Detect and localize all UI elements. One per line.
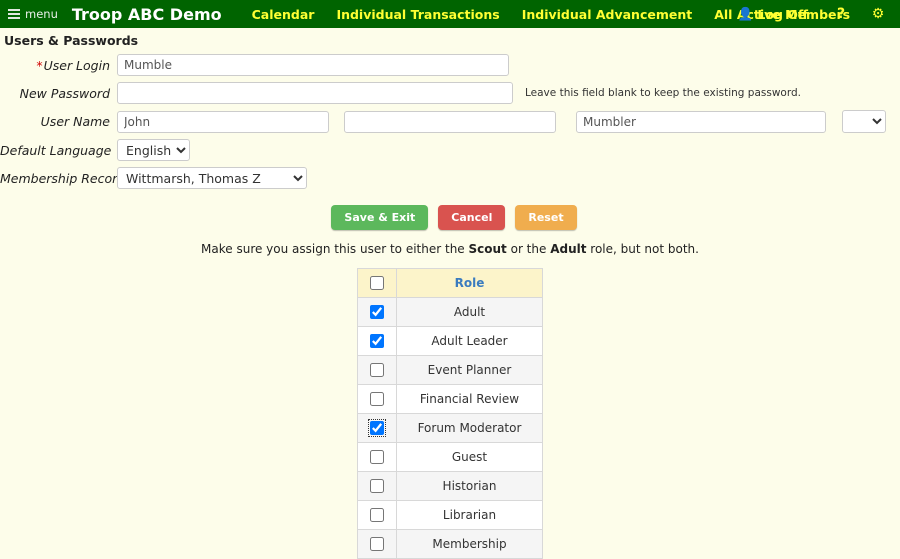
membership-record-select[interactable]: Wittmarsh, Thomas Z xyxy=(117,167,307,189)
nav-link-individual-transactions[interactable]: Individual Transactions xyxy=(336,7,521,22)
form-row-default-language: Default Language English xyxy=(0,139,900,161)
roles-select-all-cell xyxy=(357,268,397,298)
role-name-cell: Guest xyxy=(396,442,543,472)
role-name-cell: Financial Review xyxy=(396,384,543,414)
role-checkbox[interactable] xyxy=(368,419,386,438)
role-name-cell: Librarian xyxy=(396,500,543,530)
top-bar-right-actions: 👤 Log Off ? ⚙ xyxy=(738,0,900,28)
new-password-label: New Password xyxy=(19,85,110,101)
new-password-hint: Leave this field blank to keep the exist… xyxy=(525,87,801,99)
user-login-label-text: User Login xyxy=(43,57,110,73)
roles-select-all-checkbox[interactable] xyxy=(370,276,384,291)
note-part-2: or the xyxy=(506,242,551,256)
log-off-label: Log Off xyxy=(757,6,808,22)
table-row: Membership xyxy=(357,529,543,559)
role-assignment-note: Make sure you assign this user to either… xyxy=(0,242,900,256)
gear-icon[interactable]: ⚙ xyxy=(870,6,886,22)
required-asterisk: * xyxy=(36,57,43,73)
role-checkbox-cell xyxy=(357,471,397,501)
role-checkbox[interactable] xyxy=(370,334,384,349)
role-checkbox-cell xyxy=(357,413,397,443)
user-icon: 👤 xyxy=(737,6,754,21)
hamburger-icon xyxy=(8,9,20,19)
table-row: Guest xyxy=(357,442,543,472)
reset-button[interactable]: Reset xyxy=(515,205,577,230)
role-name-cell: Historian xyxy=(396,471,543,501)
role-checkbox-cell xyxy=(357,442,397,472)
save-and-exit-button[interactable]: Save & Exit xyxy=(331,205,429,230)
role-checkbox[interactable] xyxy=(370,537,384,552)
table-row: Financial Review xyxy=(357,384,543,414)
table-row: Historian xyxy=(357,471,543,501)
user-name-label: User Name xyxy=(40,114,110,129)
role-name-cell: Event Planner xyxy=(396,355,543,385)
log-off-button[interactable]: 👤 Log Off xyxy=(738,6,808,22)
table-row: Adult Leader xyxy=(357,326,543,356)
form-row-membership-record: Membership Record Wittmarsh, Thomas Z xyxy=(0,167,900,189)
user-login-label: *User Login xyxy=(0,58,117,73)
new-password-input[interactable] xyxy=(117,82,513,104)
note-part-1: Make sure you assign this user to either… xyxy=(201,242,469,256)
note-part-3: role, but not both. xyxy=(586,242,699,256)
roles-table-body: Adult Adult Leader Event Planner Financial … xyxy=(357,297,543,559)
role-checkbox-cell xyxy=(357,297,397,327)
membership-record-label: Membership Record xyxy=(0,170,126,186)
page-title: Users & Passwords xyxy=(4,33,139,48)
note-bold-adult: Adult xyxy=(550,242,587,256)
help-icon[interactable]: ? xyxy=(834,6,848,22)
table-row: Librarian xyxy=(357,500,543,530)
role-name-cell: Adult xyxy=(396,297,543,327)
menu-button-label: menu xyxy=(25,7,58,21)
role-checkbox[interactable] xyxy=(370,479,384,494)
users-passwords-form: *User Login New Password Leave this fiel… xyxy=(0,52,900,559)
roles-table: Role Adult Adult Leader Event Planner Finan… xyxy=(357,268,543,559)
nav-link-individual-advancement[interactable]: Individual Advancement xyxy=(522,7,715,22)
role-checkbox-cell xyxy=(357,326,397,356)
user-name-middle-input[interactable] xyxy=(344,110,556,133)
form-row-user-login: *User Login xyxy=(0,54,900,76)
role-name-cell: Membership xyxy=(396,529,543,559)
default-language-label: Default Language xyxy=(0,142,112,158)
roles-table-header-row: Role xyxy=(357,268,543,298)
role-checkbox-cell xyxy=(357,355,397,385)
role-checkbox-cell xyxy=(357,500,397,530)
role-name-cell: Adult Leader xyxy=(396,326,543,356)
form-action-buttons: Save & Exit Cancel Reset xyxy=(0,205,900,230)
default-language-select[interactable]: English xyxy=(117,139,190,161)
table-row: Event Planner xyxy=(357,355,543,385)
role-checkbox[interactable] xyxy=(370,305,384,320)
user-name-suffix-select[interactable] xyxy=(842,110,886,133)
roles-table-container: Role Adult Adult Leader Event Planner Finan… xyxy=(0,268,900,559)
form-row-user-name: User Name xyxy=(0,110,900,133)
menu-button[interactable]: menu xyxy=(0,0,66,28)
role-checkbox-cell xyxy=(357,529,397,559)
role-checkbox[interactable] xyxy=(370,392,384,407)
note-bold-scout: Scout xyxy=(468,242,507,256)
roles-column-header: Role xyxy=(396,268,543,298)
user-name-last-input[interactable] xyxy=(576,110,826,133)
role-checkbox-cell xyxy=(357,384,397,414)
role-checkbox[interactable] xyxy=(370,450,384,465)
form-row-new-password: New Password Leave this field blank to k… xyxy=(0,82,900,104)
table-row: Forum Moderator xyxy=(357,413,543,443)
nav-link-calendar[interactable]: Calendar xyxy=(248,7,337,22)
role-name-cell: Forum Moderator xyxy=(396,413,543,443)
role-checkbox[interactable] xyxy=(370,363,384,378)
brand-title[interactable]: Troop ABC Demo xyxy=(72,5,222,24)
cancel-button[interactable]: Cancel xyxy=(438,205,506,230)
user-name-first-input[interactable] xyxy=(117,110,329,133)
role-checkbox[interactable] xyxy=(370,508,384,523)
table-row: Adult xyxy=(357,297,543,327)
top-navigation-bar: menu Troop ABC Demo Calendar Individual … xyxy=(0,0,900,28)
roles-table-head: Role xyxy=(357,268,543,298)
user-login-input[interactable] xyxy=(117,54,509,76)
